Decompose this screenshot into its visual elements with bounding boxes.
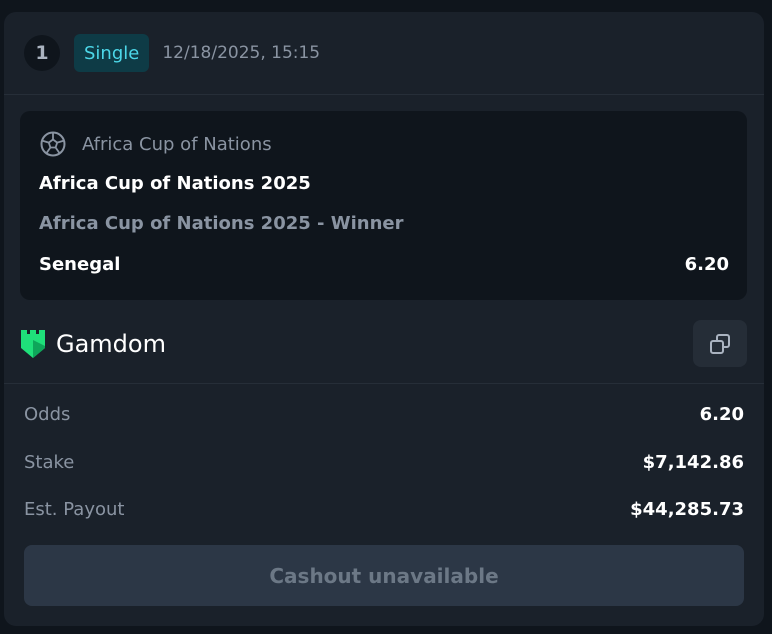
bet-number: 1	[24, 35, 60, 71]
event-panel: Africa Cup of Nations Africa Cup of Nati…	[20, 111, 747, 300]
selection-odds: 6.20	[684, 254, 729, 275]
brand-name: Gamdom	[56, 330, 166, 358]
odds-label: Odds	[24, 404, 71, 425]
copy-icon	[710, 333, 730, 354]
divider	[4, 383, 764, 384]
payout-label: Est. Payout	[24, 499, 125, 520]
gamdom-castle-logo	[21, 330, 45, 358]
event-name: Africa Cup of Nations 2025	[39, 173, 311, 194]
competition-row: Africa Cup of Nations	[40, 131, 272, 157]
soccer-ball-icon	[40, 131, 66, 157]
bet-timestamp: 12/18/2025, 15:15	[162, 43, 321, 63]
market-name: Africa Cup of Nations 2025 - Winner	[39, 213, 404, 234]
competition-name: Africa Cup of Nations	[82, 133, 272, 155]
selection-row: Senegal 6.20	[39, 254, 729, 275]
stake-label: Stake	[24, 452, 75, 473]
bet-card: 1 Single 12/18/2025, 15:15 Africa Cup of…	[4, 12, 764, 626]
cashout-button[interactable]: Cashout unavailable	[24, 545, 744, 606]
payout-value: $44,285.73	[630, 499, 744, 520]
copy-button[interactable]	[693, 320, 747, 367]
brand: Gamdom	[20, 328, 166, 360]
bet-type-badge: Single	[74, 34, 150, 72]
stake-row: Stake $7,142.86	[24, 452, 744, 473]
bet-header: 1 Single 12/18/2025, 15:15	[4, 12, 764, 95]
payout-row: Est. Payout $44,285.73	[24, 499, 744, 520]
selection-name: Senegal	[39, 254, 121, 275]
odds-value: 6.20	[699, 404, 744, 425]
odds-row: Odds 6.20	[24, 404, 744, 425]
stake-value: $7,142.86	[642, 452, 744, 473]
